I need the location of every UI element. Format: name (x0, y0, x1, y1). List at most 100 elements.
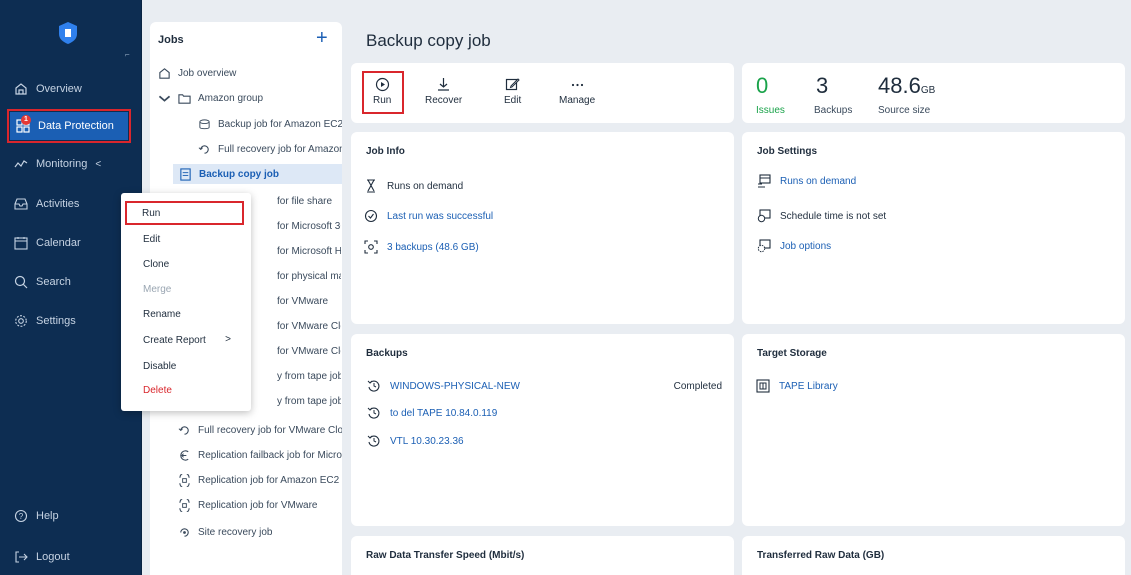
row-text: 3 backups (48.6 GB) (387, 241, 479, 253)
tree-item-replication-amazon-ec2[interactable]: Replication job for Amazon EC2 (178, 470, 342, 490)
nav-label: Monitoring (36, 158, 88, 170)
nav-logout[interactable]: Logout (0, 543, 142, 571)
job-info-backups[interactable]: 3 backups (48.6 GB) (364, 240, 479, 254)
tree-item-microsoft-365[interactable]: for Microsoft 365 (277, 216, 341, 236)
recovery-job-icon (198, 144, 209, 154)
tree-item-backup-amazon-ec2[interactable]: Backup job for Amazon EC2 (198, 114, 342, 134)
tree-item-vmware[interactable]: for VMware (277, 291, 341, 311)
schedule-icon (758, 174, 771, 188)
chevron-right-icon: > (225, 334, 231, 345)
toolbar-card: Run Recover Edit Manage (351, 63, 734, 123)
chevron-down-icon (158, 95, 171, 102)
tree-item-replication-vmware[interactable]: Replication job for VMware (178, 495, 342, 515)
row-text: Runs on demand (387, 180, 464, 192)
folder-icon (178, 93, 191, 104)
gear-icon (15, 315, 27, 327)
backup-name: WINDOWS-PHYSICAL-NEW (390, 380, 520, 392)
tree-item-physical-machine[interactable]: for physical machine (277, 266, 341, 286)
raw-speed-card: Raw Data Transfer Speed (Mbit/s) (351, 536, 734, 575)
backup-row[interactable]: WINDOWS-PHYSICAL-NEW Completed (367, 379, 722, 393)
job-settings-card: Job Settings Runs on demand Schedule tim… (742, 132, 1125, 324)
tree-item-tape-recovery-1[interactable]: y from tape job for Micro (277, 366, 341, 386)
menu-item-edit[interactable]: Edit (121, 229, 251, 249)
home-icon (15, 83, 27, 95)
play-circle-icon (375, 77, 389, 92)
card-title: Backups (366, 348, 408, 359)
job-settings-options[interactable]: Job options (757, 239, 831, 253)
edit-button[interactable]: Edit (504, 77, 521, 106)
tree-item-label: for physical machine (277, 270, 341, 282)
menu-item-rename[interactable]: Rename (121, 304, 251, 324)
nav-label: Settings (36, 315, 76, 327)
nav-data-protection[interactable]: 1 Data Protection (7, 109, 131, 143)
nav-monitoring[interactable]: Monitoring < (0, 150, 142, 178)
tree-item-label: for Microsoft 365 (277, 220, 341, 232)
menu-item-create-report[interactable]: Create Report > (121, 330, 251, 350)
toolbar-label: Run (373, 95, 392, 106)
backups-count: 3 (816, 73, 829, 98)
toolbar-label: Manage (559, 95, 596, 106)
search-icon (14, 275, 28, 289)
backups-card: Backups WINDOWS-PHYSICAL-NEW Completed t… (351, 334, 734, 526)
menu-item-clone[interactable]: Clone (121, 254, 251, 274)
menu-item-delete[interactable]: Delete (121, 380, 251, 400)
backup-job-icon (199, 118, 210, 129)
menu-item-merge: Merge (143, 283, 172, 295)
toolbar-label: Edit (504, 95, 522, 106)
tree-item-label: for Microsoft Hyper-V (277, 245, 341, 257)
tree-item-label: for file share (277, 195, 333, 207)
nav-label: Overview (36, 83, 82, 95)
tree-item-label: Job overview (178, 67, 237, 79)
restore-point-icon (367, 380, 380, 392)
job-info-last-run[interactable]: Last run was successful (364, 209, 493, 223)
menu-item-run[interactable]: Run (125, 201, 244, 225)
tree-item-amazon-group[interactable]: Amazon group (158, 88, 338, 108)
backup-copy-icon (180, 167, 191, 181)
edit-icon (506, 78, 520, 91)
tree-item-tape-recovery-2[interactable]: y from tape job for Micro (277, 391, 341, 411)
target-storage-row[interactable]: TAPE Library (756, 379, 838, 393)
menu-item-disable[interactable]: Disable (121, 356, 251, 376)
recover-button[interactable]: Recover (425, 77, 462, 106)
tree-item-hyper-v[interactable]: for Microsoft Hyper-V (277, 241, 341, 261)
tree-item-backup-copy-job[interactable]: Backup copy job (173, 164, 342, 184)
calendar-clock-icon (757, 209, 771, 223)
tape-library-icon (756, 379, 770, 393)
tree-item-label: Replication job for Amazon EC2 (198, 474, 340, 486)
replication-icon (179, 473, 190, 487)
tree-item-label: Site recovery job (198, 526, 273, 538)
source-size-number: 48.6 (878, 73, 921, 98)
tree-item-file-share[interactable]: for file share (277, 191, 341, 211)
logout-icon (15, 551, 28, 563)
tree-item-vmware-cloud-director-1[interactable]: for VMware Cloud Direc (277, 316, 341, 336)
collapse-icon[interactable]: ⌐ (125, 50, 130, 59)
tree-item-site-recovery[interactable]: Site recovery job (178, 522, 342, 542)
tree-item-label: Replication failback job for Microsof (198, 449, 342, 461)
tree-item-full-recovery-vmware-cloud[interactable]: Full recovery job for VMware Cloud (178, 420, 342, 440)
nav-overview[interactable]: Overview (0, 75, 142, 103)
tree-item-replication-failback[interactable]: Replication failback job for Microsof (178, 445, 342, 465)
backup-row[interactable]: VTL 10.30.23.36 (367, 434, 464, 448)
tree-item-job-overview[interactable]: Job overview (158, 63, 338, 83)
backups-label: Backups (814, 105, 853, 116)
tree-item-vmware-cloud-director-2[interactable]: for VMware Cloud Direc (277, 341, 341, 361)
tree-item-label: for VMware Cloud Direc (277, 345, 341, 357)
help-icon: ? (14, 509, 28, 523)
tree-item-full-recovery-amazon[interactable]: Full recovery job for Amazon E (198, 139, 342, 159)
tree-item-label: Backup copy job (199, 168, 280, 180)
backup-row[interactable]: to del TAPE 10.84.0.119 (367, 406, 497, 420)
notification-badge: 1 (21, 115, 31, 125)
manage-button[interactable]: Manage (559, 77, 595, 106)
job-settings-schedule[interactable]: Runs on demand (757, 174, 856, 188)
app-logo-icon (59, 22, 77, 44)
check-circle-icon (364, 209, 378, 223)
nav-help[interactable]: ? Help (0, 502, 142, 530)
restore-point-icon (367, 435, 380, 447)
issues-label: Issues (756, 105, 785, 116)
download-icon (438, 78, 450, 91)
nav-label: Data Protection (38, 120, 114, 132)
job-info-card: Job Info Runs on demand Last run was suc… (351, 132, 734, 324)
run-button[interactable]: Run (373, 77, 391, 106)
add-job-button[interactable]: + (316, 26, 328, 50)
row-text: Schedule time is not set (780, 210, 887, 222)
